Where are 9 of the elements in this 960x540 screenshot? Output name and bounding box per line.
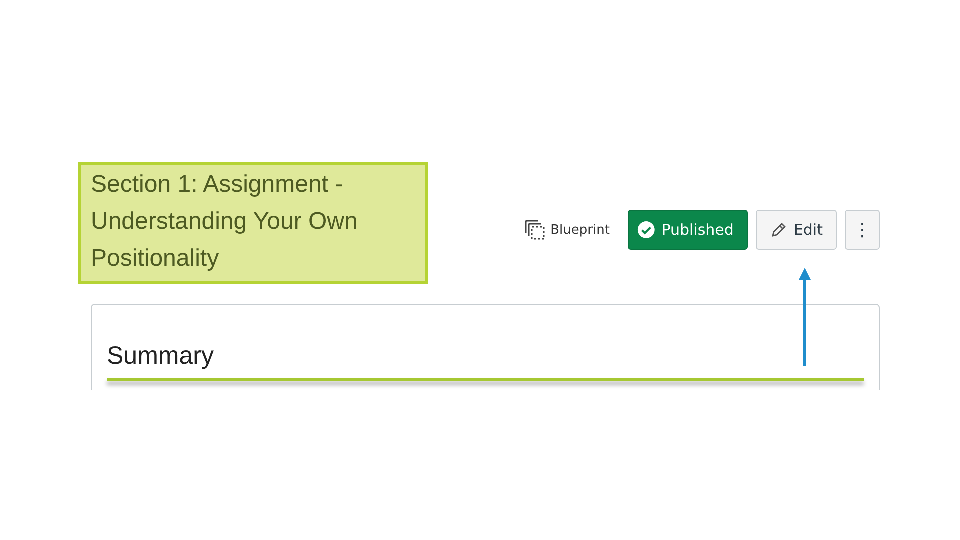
pencil-icon — [770, 221, 788, 239]
edit-button[interactable]: Edit — [756, 210, 837, 250]
more-options-button[interactable]: ⋮ — [845, 210, 880, 250]
section-heading: Summary — [107, 341, 215, 372]
page-title: Section 1: Assignment - Understanding Your Own Positionality — [78, 162, 428, 284]
check-circle-icon — [636, 220, 656, 240]
blueprint-icon — [524, 219, 546, 241]
published-button[interactable]: Published — [628, 210, 748, 250]
blueprint-label: Blueprint — [550, 222, 610, 238]
